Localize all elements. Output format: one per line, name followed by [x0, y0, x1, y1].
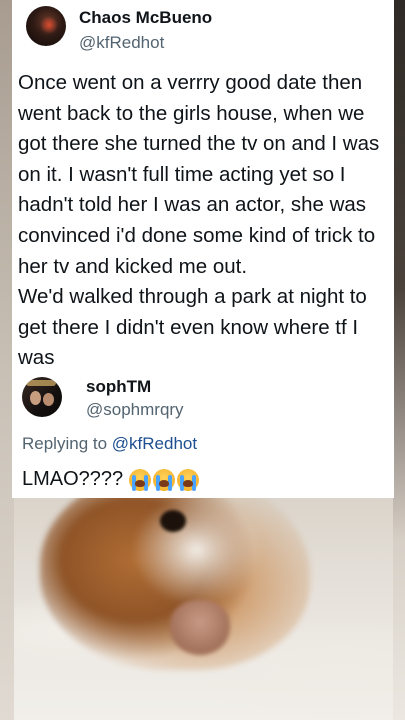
replying-to-prefix: Replying to [22, 434, 112, 453]
avatar-face [43, 393, 54, 406]
tweet-body-paragraph: We'd walked through a park at night to g… [18, 285, 367, 370]
avatar-face [30, 391, 41, 405]
author-name[interactable]: Chaos McBueno [79, 8, 212, 28]
replying-to-line: Replying to @kfRedhot [22, 434, 197, 454]
reply-text-row: LMAO???? [22, 468, 200, 491]
reply-text: LMAO???? [22, 468, 124, 490]
replying-to-mention-link[interactable]: @kfRedhot [112, 434, 197, 453]
tweet-body-paragraph: Once went on a verrry good date then wen… [18, 71, 380, 278]
reply-avatar[interactable] [22, 377, 62, 417]
emoji-row [127, 468, 200, 491]
reply-author-name[interactable]: sophTM [86, 377, 151, 397]
reply-author-handle[interactable]: @sophmrqry [86, 400, 184, 420]
tweet-card: Chaos McBueno @kfRedhot Once went on a v… [12, 0, 394, 498]
photo-right-edge [393, 0, 405, 720]
avatar[interactable] [26, 6, 66, 46]
loudly-crying-face-icon [153, 468, 176, 491]
pet-nose [170, 600, 230, 655]
tweet-author[interactable]: Chaos McBueno @kfRedhot [20, 0, 380, 58]
tweet-body: Once went on a verrry good date then wen… [18, 68, 388, 374]
author-handle[interactable]: @kfRedhot [79, 33, 164, 53]
loudly-crying-face-icon [129, 468, 152, 491]
reply-author[interactable]: sophTM @sophmrqry [20, 373, 380, 425]
loudly-crying-face-icon [177, 468, 200, 491]
avatar-glow [40, 16, 58, 34]
pet-eye [160, 510, 186, 532]
avatar-light [26, 380, 56, 386]
